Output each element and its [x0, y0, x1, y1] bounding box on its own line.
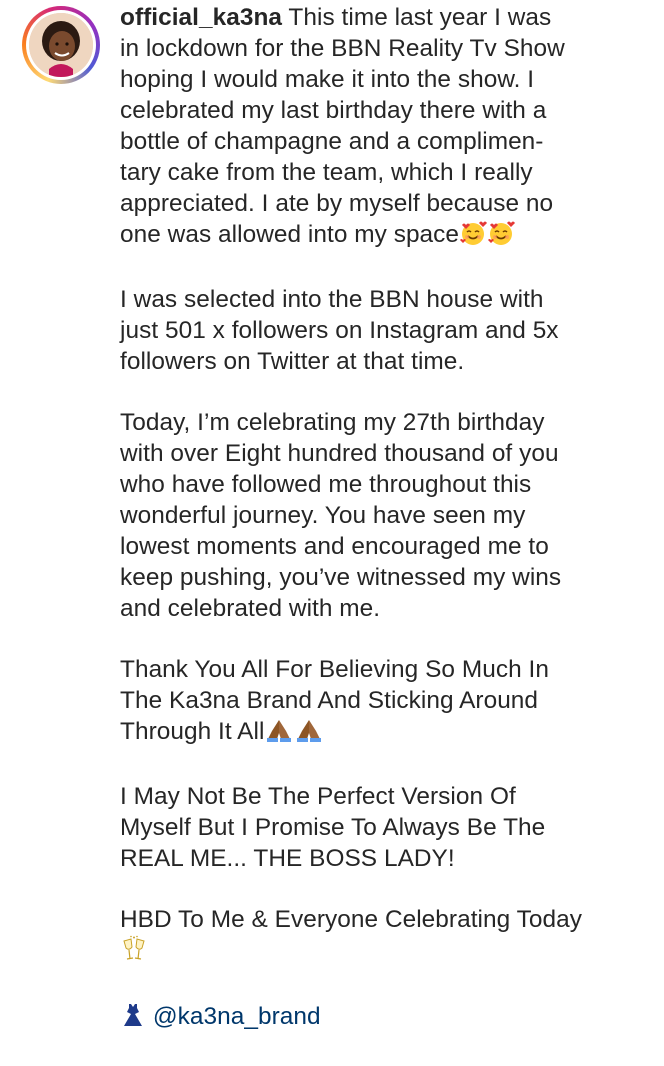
caption-line — [120, 935, 640, 971]
caption-text: Through It All — [120, 718, 265, 745]
caption-line: who have followed me throughout this — [120, 471, 532, 498]
profile-photo — [29, 13, 93, 77]
caption-paragraph: Today, I’m celebrating my 27th birthday … — [120, 407, 640, 624]
caption-paragraph: I May Not Be The Perfect Version Of Myse… — [120, 781, 640, 874]
avatar[interactable] — [29, 13, 93, 77]
caption-line: with over Eight hundred thousand of you — [120, 440, 559, 467]
caption-line: keep pushing, you’ve witnessed my wins — [120, 564, 562, 591]
caption-text: one was allowed into my space — [120, 221, 460, 248]
caption-line: I May Not Be The Perfect Version Of — [120, 783, 516, 810]
dress-icon — [120, 1002, 146, 1036]
caption-text: This time last year I was — [288, 4, 552, 31]
caption-line: Thank You All For Believing So Much In — [120, 656, 549, 683]
caption-line: wonderful journey. You have seen my — [120, 502, 526, 529]
caption-line: I was selected into the BBN house with — [120, 286, 544, 313]
caption-paragraph: HBD To Me & Everyone Celebrating Today — [120, 904, 640, 971]
caption-line: one was allowed into my space — [120, 219, 640, 254]
caption-line: REAL ME... THE BOSS LADY! — [120, 845, 455, 872]
caption-line: bottle of champagne and a complimen- — [120, 128, 544, 155]
clinking-glasses-icon — [120, 935, 148, 971]
caption-line: Myself But I Promise To Always Be The — [120, 814, 546, 841]
caption-paragraph: Thank You All For Believing So Much In T… — [120, 654, 640, 751]
caption-line: hoping I would make it into the show. I — [120, 66, 535, 93]
caption-line: and celebrated with me. — [120, 595, 381, 622]
smiling-face-with-hearts-icon — [487, 220, 516, 254]
caption-paragraph: official_ka3na This time last year I was… — [120, 2, 640, 254]
story-ring[interactable] — [22, 6, 100, 84]
caption-line: official_ka3na This time last year I was — [120, 2, 640, 33]
post-caption: official_ka3na This time last year I was… — [120, 2, 640, 1066]
caption-line: @ka3na_brand — [120, 1001, 640, 1036]
caption-line: appreciated. I ate by myself because no — [120, 190, 554, 217]
caption-line: lowest moments and encouraged me to — [120, 533, 549, 560]
caption-line: celebrated my last birthday there with a — [120, 97, 547, 124]
caption-line: tary cake from the team, which I really — [120, 159, 533, 186]
caption-line: followers on Twitter at that time. — [120, 348, 465, 375]
folded-hands-icon — [264, 717, 294, 751]
caption-line: Through It All — [120, 716, 640, 751]
folded-hands-icon — [294, 717, 324, 751]
caption-line: just 501 x followers on Instagram and 5x — [120, 317, 559, 344]
avatar-border — [26, 10, 96, 80]
caption-line: Today, I’m celebrating my 27th birthday — [120, 409, 545, 436]
smiling-face-with-hearts-icon — [459, 220, 488, 254]
caption-line: The Ka3na Brand And Sticking Around — [120, 687, 539, 714]
caption-paragraph: @ka3na_brand — [120, 1001, 640, 1036]
username-link[interactable]: official_ka3na — [120, 4, 282, 31]
mention-link[interactable]: @ka3na_brand — [153, 1003, 321, 1030]
caption-line: HBD To Me & Everyone Celebrating Today — [120, 906, 582, 933]
caption-paragraph: I was selected into the BBN house with j… — [120, 284, 640, 377]
caption-line: in lockdown for the BBN Reality Tv Show — [120, 35, 565, 62]
